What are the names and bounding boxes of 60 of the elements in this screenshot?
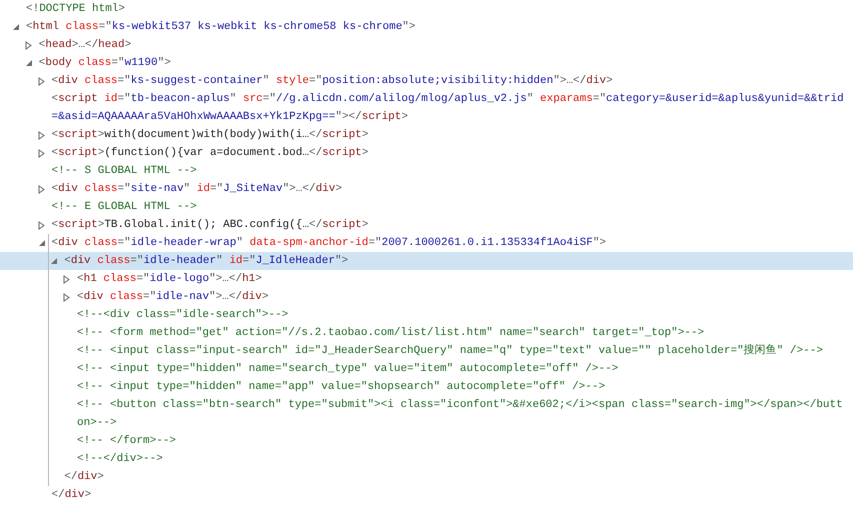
caret-icon[interactable]: [24, 59, 33, 67]
caret-icon[interactable]: [38, 220, 44, 230]
caret-icon[interactable]: [38, 148, 44, 158]
caret-icon[interactable]: [38, 239, 46, 247]
tree-row[interactable]: <body class="w1190">: [0, 54, 853, 72]
tree-row[interactable]: <script>TB.Global.init(); ABC.config({…</script>: [0, 216, 853, 234]
code-line: <!-- <input class="input-search" id="J_HeaderSearchQuery" name="q" type="text" value="" placeholder="搜闲鱼" />-->: [77, 343, 824, 359]
tree-row[interactable]: <!-- <input class="input-search" id="J_HeaderSearchQuery" name="q" type="text" value="" placeholder="搜闲鱼" />-->: [0, 342, 853, 360]
tree-row[interactable]: <!-- S GLOBAL HTML -->: [0, 162, 853, 180]
tree-row[interactable]: <script>with(document)with(body)with(i…</script>: [0, 126, 853, 144]
caret-icon[interactable]: [38, 76, 44, 86]
code-line: </div>: [64, 470, 105, 485]
tree-row[interactable]: <script>(function(){var a=document.bod…</script>: [0, 144, 853, 162]
caret-icon[interactable]: [63, 274, 70, 284]
tree-row[interactable]: <!-- <form method="get" action="//s.2.taobao.com/list/list.htm" name="search" target="_top">-->: [0, 324, 853, 342]
tree-row[interactable]: <div class="idle-nav">…</div>: [0, 288, 853, 306]
caret-icon[interactable]: [38, 184, 44, 194]
code-line: <!-- <button class="btn-search" type="submit"><i class="iconfont">&#xe602;</i><span class="search-img"></span></button>-->: [77, 398, 844, 431]
code-line: <!-- S GLOBAL HTML -->: [52, 164, 198, 179]
code-line: <div class="idle-header" id="J_IdleHeader">: [64, 254, 350, 269]
tree-row[interactable]: <!DOCTYPE html>: [0, 0, 853, 18]
code-line: <div class="idle-header-wrap" data-spm-anchor-id="2007.1000261.0.i1.135334f1Ao4iSF">: [52, 236, 608, 251]
caret-icon[interactable]: [63, 292, 70, 302]
tree-row[interactable]: <!--</div>-->: [0, 450, 853, 468]
code-line: <html class="ks-webkit537 ks-webkit ks-chrome58 ks-chrome">: [26, 20, 416, 35]
code-line: <script>(function(){var a=document.bod…</script>: [52, 146, 370, 161]
code-line: <!--<div class="idle-search">-->: [77, 308, 290, 323]
tree-row[interactable]: <!-- <input type="hidden" name="app" value="shopsearch" autocomplete="off" />-->: [0, 378, 853, 396]
code-line: <script>with(document)with(body)with(i…</script>: [52, 128, 370, 143]
code-line: <h1 class="idle-logo">…</h1>: [77, 272, 263, 287]
code-line: <!DOCTYPE html>: [26, 2, 126, 17]
tree-row[interactable]: <!--<div class="idle-search">-->: [0, 306, 853, 324]
caret-icon[interactable]: [38, 130, 44, 140]
code-line: </div>: [52, 488, 92, 503]
tree-row[interactable]: <html class="ks-webkit537 ks-webkit ks-chrome58 ks-chrome">: [0, 18, 853, 36]
tree-row[interactable]: <div class="ks-suggest-container" style="position:absolute;visibility:hidden">…</div>: [0, 72, 853, 90]
code-line: <!-- <form method="get" action="//s.2.taobao.com/list/list.htm" name="search" target="_top">-->: [77, 326, 706, 341]
caret-icon[interactable]: [12, 23, 20, 31]
tree-row[interactable]: <div class="site-nav" id="J_SiteNav">…</div>: [0, 180, 853, 198]
code-line: <div class="ks-suggest-container" style="position:absolute;visibility:hidden">…</div>: [52, 74, 614, 89]
tree-row[interactable]: <div class="idle-header" id="J_IdleHeader">: [0, 252, 853, 270]
code-line: <!-- E GLOBAL HTML -->: [52, 200, 198, 215]
code-line: <!-- <input type="hidden" name="search_type" value="item" autocomplete="off" />-->: [77, 362, 620, 377]
code-line: <script>TB.Global.init(); ABC.config({…</script>: [52, 218, 370, 233]
tree-row[interactable]: <!-- </form>-->: [0, 432, 853, 450]
tree-row[interactable]: <!-- <button class="btn-search" type="submit"><i class="iconfont">&#xe602;</i><span class="search-img"></span></button>-->: [0, 396, 853, 432]
code-line: <!-- </form>-->: [77, 434, 178, 449]
code-line: <head>…</head>: [38, 38, 132, 53]
code-line: <!-- <input type="hidden" name="app" value="shopsearch" autocomplete="off" />-->: [77, 380, 606, 395]
code-line: <body class="w1190">: [38, 56, 172, 71]
code-line: <div class="site-nav" id="J_SiteNav">…</div>: [52, 182, 344, 197]
code-line: <div class="idle-nav">…</div>: [77, 290, 270, 305]
caret-icon[interactable]: [50, 257, 58, 265]
tree-row[interactable]: <div class="idle-header-wrap" data-spm-anchor-id="2007.1000261.0.i1.135334f1Ao4iSF">: [0, 234, 853, 252]
tree-row[interactable]: <!-- <input type="hidden" name="search_type" value="item" autocomplete="off" />-->: [0, 360, 853, 378]
tree-row[interactable]: <!-- E GLOBAL HTML -->: [0, 198, 853, 216]
tree-row[interactable]: <h1 class="idle-logo">…</h1>: [0, 270, 853, 288]
tree-row[interactable]: <head>…</head>: [0, 36, 853, 54]
caret-icon[interactable]: [24, 40, 32, 50]
code-line: <!--</div>-->: [77, 452, 164, 467]
